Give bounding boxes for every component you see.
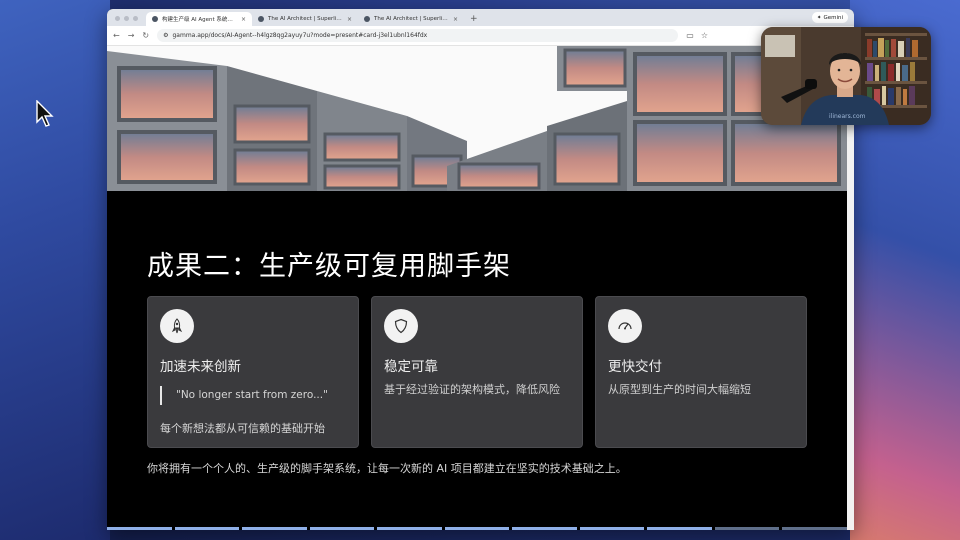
reload-icon[interactable]: ↻ — [142, 31, 149, 40]
url-field[interactable]: ⚙ gamma.app/docs/AI-Agent--h4lgz8qg2ayuy… — [157, 29, 679, 42]
presentation-slide: 成果二：生产级可复用脚手架 加速未来创新 "No longer start fr… — [107, 46, 848, 530]
hero-image-buildings — [107, 46, 847, 191]
address-bar-row: ← → ↻ ⚙ gamma.app/docs/AI-Agent--h4lgz8q… — [107, 26, 854, 46]
forward-arrow-icon[interactable]: → — [128, 31, 135, 40]
back-arrow-icon[interactable]: ← — [113, 31, 120, 40]
tab-2[interactable]: The AI Architect | Superlinear × — [252, 12, 358, 26]
bookmark-star-icon[interactable]: ☆ — [701, 31, 708, 40]
card-description: 基于经过验证的架构模式，降低风险 — [384, 383, 560, 396]
tab-label: The AI Architect | Superlinear — [268, 16, 343, 22]
url-text: gamma.app/docs/AI-Agent--h4lgz8qg2ayuy7u… — [172, 32, 428, 39]
tab-label: The AI Architect | Superlinear — [374, 16, 449, 22]
tab-active[interactable]: 构建生产级 AI Agent 系统的初 × — [146, 12, 252, 26]
gemini-label: Gemini — [823, 14, 843, 21]
speedometer-icon — [608, 309, 642, 343]
desktop-wallpaper-left — [0, 0, 110, 540]
card-stable-reliable: 稳定可靠 基于经过验证的架构模式，降低风险 — [371, 296, 583, 448]
browser-window: 构建生产级 AI Agent 系统的初 × The AI Architect |… — [107, 9, 854, 530]
card-footer-text: 每个新想法都从可信赖的基础开始 — [160, 422, 325, 435]
gemini-button[interactable]: ✦ Gemini — [811, 12, 848, 23]
tab-bar: 构建生产级 AI Agent 系统的初 × The AI Architect |… — [107, 9, 854, 26]
tab-close-icon[interactable]: × — [453, 16, 458, 23]
slide-summary: 你将拥有一个个人的、生产级的脚手架系统，让每一次新的 AI 项目都建立在坚实的技… — [147, 462, 627, 475]
sparkle-icon: ✦ — [816, 14, 822, 21]
new-tab-button[interactable]: + — [464, 14, 484, 26]
card-faster-delivery: 更快交付 从原型到生产的时间大幅缩短 — [595, 296, 807, 448]
tab-favicon-icon — [364, 16, 370, 22]
tab-label: 构建生产级 AI Agent 系统的初 — [162, 17, 237, 23]
site-settings-icon[interactable]: ⚙ — [163, 32, 168, 39]
tab-3[interactable]: The AI Architect | Superlinear × — [358, 12, 464, 26]
slide-title: 成果二：生产级可复用脚手架 — [147, 251, 511, 282]
card-title: 更快交付 — [608, 359, 662, 375]
card-description: 从原型到生产的时间大幅缩短 — [608, 383, 751, 396]
shield-icon — [384, 309, 418, 343]
webcam-overlay: ilinears.com — [761, 27, 931, 125]
tab-close-icon[interactable]: × — [347, 16, 352, 23]
card-quote: "No longer start from zero..." — [160, 386, 328, 405]
card-accelerate-innovation: 加速未来创新 "No longer start from zero..." 每个… — [147, 296, 359, 448]
card-title: 加速未来创新 — [160, 359, 241, 375]
tab-favicon-icon — [152, 16, 158, 22]
card-title: 稳定可靠 — [384, 359, 438, 375]
tab-close-icon[interactable]: × — [241, 16, 246, 23]
mouse-cursor-icon — [36, 100, 54, 127]
rocket-icon — [160, 309, 194, 343]
tab-favicon-icon — [258, 16, 264, 22]
shirt-text: ilinears.com — [829, 113, 866, 120]
cast-icon[interactable]: ▭ — [686, 31, 694, 40]
slide-progress-bar[interactable] — [107, 527, 848, 530]
window-controls[interactable] — [107, 16, 146, 26]
